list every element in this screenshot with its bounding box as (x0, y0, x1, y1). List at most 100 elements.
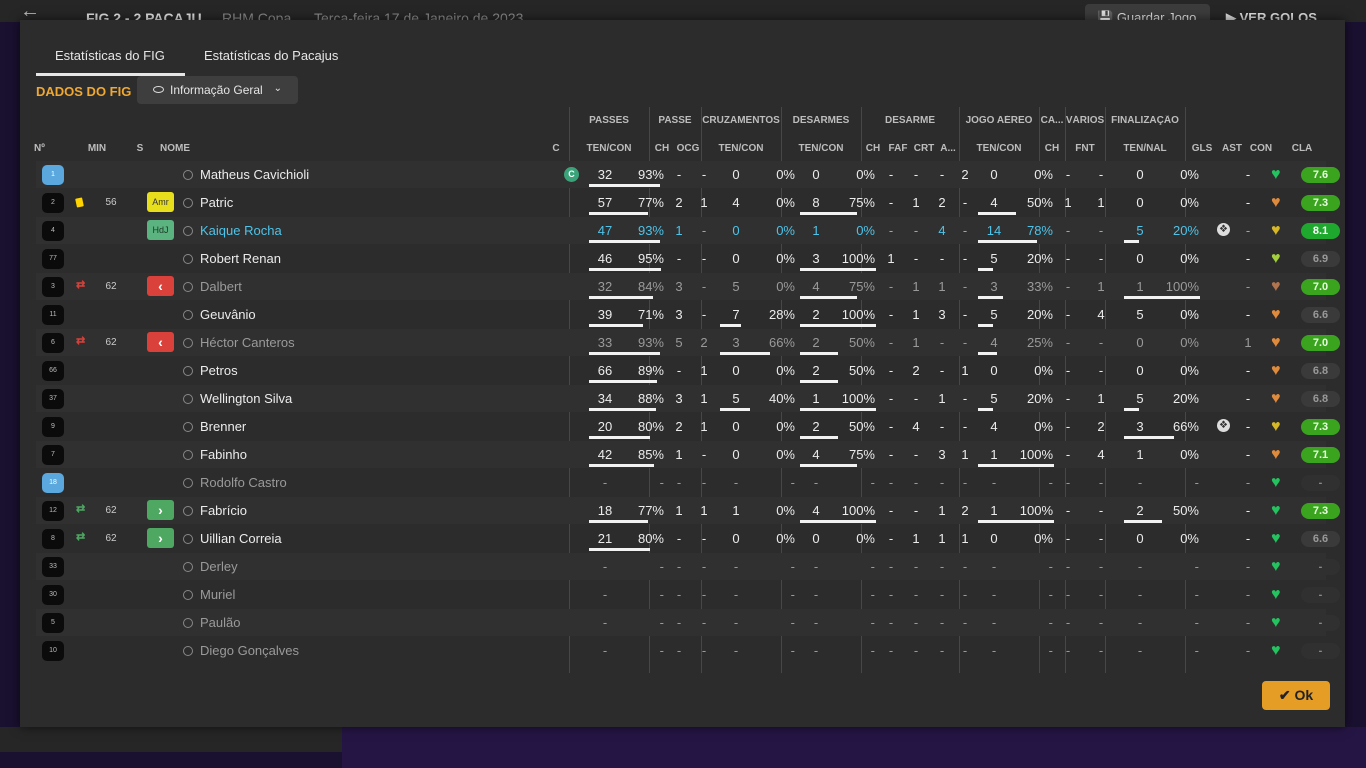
player-profile-icon[interactable] (183, 646, 193, 656)
player-name[interactable]: Héctor Canteros (200, 329, 295, 356)
column-header[interactable]: TEN/CON (701, 143, 781, 154)
table-row[interactable]: 1 Matheus Cavichioli C 32 93% - -0 0% 0 0% - - -2 0 0%… (36, 161, 1340, 188)
player-name[interactable]: Geuvânio (200, 301, 256, 328)
column-header[interactable]: CRT (911, 143, 937, 154)
back-arrow-icon[interactable]: ← (20, 1, 40, 21)
column-header[interactable]: CH (649, 143, 675, 154)
player-profile-icon[interactable] (183, 590, 193, 600)
condition-heart-icon: ♥ (1271, 502, 1281, 519)
player-profile-icon[interactable] (183, 422, 193, 432)
column-header[interactable]: CH (861, 143, 885, 154)
table-row[interactable]: 11 Geuvânio 39 71% 3-7 28% 2 100% -1 3-5 20% -4 5 0% -… (36, 301, 1340, 328)
shirt-number-icon: 8 (42, 529, 64, 549)
table-row[interactable]: 5 Paulão - - - - - - - - - - - - - - - - - - - ♥ - (36, 609, 1340, 636)
column-header[interactable]: TEN/CON (959, 143, 1039, 154)
table-row[interactable]: 3 ⇄ 62 ‹ Dalbert 32 84% 3-5 0% 4 75% -1 1-3 33% -1 1 100… (36, 273, 1340, 300)
shots-percent: 0% (1180, 251, 1199, 266)
player-name[interactable]: Dalbert (200, 273, 242, 300)
interceptions: 2 (961, 503, 969, 518)
player-profile-icon[interactable] (183, 198, 193, 208)
tab-pacajus-stats[interactable]: Estatísticas do Pacajus (204, 48, 338, 63)
player-name[interactable]: Muriel (200, 581, 235, 608)
player-profile-icon[interactable] (183, 310, 193, 320)
column-header[interactable]: MIN (82, 143, 112, 154)
player-profile-icon[interactable] (183, 534, 193, 544)
key-passes: 1 (675, 447, 683, 462)
column-header[interactable]: Nº (34, 143, 58, 154)
column-header[interactable]: TEN/CON (781, 143, 861, 154)
clearances: - (939, 167, 945, 182)
player-name[interactable]: Diego Gonçalves (200, 637, 299, 664)
player-name[interactable]: Kaique Rocha (200, 217, 282, 244)
column-header[interactable]: S (128, 143, 152, 154)
column-header[interactable]: AST (1219, 143, 1245, 154)
crosses-percent: - (790, 559, 795, 574)
table-row[interactable]: 33 Derley - - - - - - - - - - - - - - - - - - - ♥ - (36, 553, 1340, 580)
player-name[interactable]: Patric (200, 189, 233, 216)
player-rating-badge: 7.3 (1301, 419, 1340, 435)
player-profile-icon[interactable] (183, 254, 193, 264)
assists: - (1245, 559, 1251, 574)
ok-button[interactable]: ✔ Ok (1262, 681, 1330, 710)
table-row[interactable]: 4 HdJ Kaique Rocha 47 93% 1-0 0% 1 0% - -4-14 78% - -… (36, 217, 1340, 244)
table-row[interactable]: 18 Rodolfo Castro - - - - - - - - - - - - - - - - - - - ♥ - (36, 469, 1340, 496)
table-row[interactable]: 7 Fabinho 42 85% 1-0 0% 4 75% - -3 1 1 100% -4 1 0% - ♥ 7.… (36, 441, 1340, 468)
player-profile-icon[interactable] (183, 282, 193, 292)
column-header[interactable]: CLA (1277, 143, 1327, 154)
table-row[interactable]: 37 Wellington Silva 34 88% 3 1 5 40% 1 100% - -1-5 2… (36, 385, 1340, 412)
column-header[interactable]: C (546, 143, 566, 154)
player-profile-icon[interactable] (183, 226, 193, 236)
table-row[interactable]: 66 Petros 66 89% -1 0 0% 2 50% -2-1 0 0% - -0 0% - ♥ 6.8 (36, 357, 1340, 384)
table-row[interactable]: 12 ⇄ 62 › Fabrício 18 77% 1 1 1 0% 4 100% - -1 2 1 100% - -… (36, 497, 1340, 524)
table-row[interactable]: 2 56 Amr Patric 57 77% 2 1 4 0% 8 75% -1 2-4 50% 1 1 0 0% -… (36, 189, 1340, 216)
tab-fig-stats[interactable]: Estatísticas do FIG (55, 48, 165, 63)
player-profile-icon[interactable] (183, 478, 193, 488)
key-passes: - (676, 615, 682, 630)
column-header[interactable]: OCG (675, 143, 701, 154)
interceptions: - (962, 391, 968, 406)
player-name[interactable]: Matheus Cavichioli (200, 161, 309, 188)
chances-created: - (701, 643, 707, 658)
column-header[interactable]: TEN/CON (569, 143, 649, 154)
column-header[interactable]: FAF (885, 143, 911, 154)
player-name[interactable]: Petros (200, 357, 238, 384)
table-row[interactable]: 8 ⇄ 62 › Uillian Correia 21 80% - -0 0% 0 0% -1 1 1 0 0%… (36, 525, 1340, 552)
view-dropdown[interactable]: Informação Geral ⌄ (137, 76, 298, 104)
player-name[interactable]: Paulão (200, 609, 240, 636)
player-profile-icon[interactable] (183, 394, 193, 404)
player-profile-icon[interactable] (183, 170, 193, 180)
table-row[interactable]: 6 ⇄ 62 ‹ Héctor Canteros 33 93% 5 2 3 66% 2 50% -1- -4… (36, 329, 1340, 356)
player-name[interactable]: Wellington Silva (200, 385, 292, 412)
player-profile-icon[interactable] (183, 338, 193, 348)
player-profile-icon[interactable] (183, 506, 193, 516)
column-header[interactable]: TEN/NAL (1105, 143, 1185, 154)
player-name[interactable]: Fabrício (200, 497, 247, 524)
offsides: - (1098, 559, 1104, 574)
column-header[interactable]: GLS (1185, 143, 1219, 154)
table-row[interactable]: 77 Robert Renan 46 95% - -0 0% 3 100% 1- - -5 20% - -0… (36, 245, 1340, 272)
player-name[interactable]: Robert Renan (200, 245, 281, 272)
column-header[interactable]: CON (1245, 143, 1277, 154)
player-profile-icon[interactable] (183, 562, 193, 572)
table-row[interactable]: 10 Diego Gonçalves - - - - - - - - - - - - - - - - - - - ♥ - (36, 637, 1340, 664)
player-name[interactable]: Brenner (200, 413, 246, 440)
player-name[interactable]: Uillian Correia (200, 525, 282, 552)
column-header[interactable]: A... (937, 143, 959, 154)
player-profile-icon[interactable] (183, 366, 193, 376)
tackles-percent: - (870, 643, 875, 658)
interceptions: 1 (961, 531, 969, 546)
table-row[interactable]: 30 Muriel - - - - - - - - - - - - - - - - - - - ♥ - (36, 581, 1340, 608)
column-header[interactable]: CH (1039, 143, 1065, 154)
player-profile-icon[interactable] (183, 618, 193, 628)
column-header[interactable]: NOME (160, 143, 220, 154)
key-tackles: - (888, 615, 894, 630)
player-name[interactable]: Fabinho (200, 441, 247, 468)
column-header[interactable]: FNT (1065, 143, 1105, 154)
player-name[interactable]: Rodolfo Castro (200, 469, 287, 496)
key-headers: - (1065, 167, 1071, 182)
crosses-attempted: 0 (732, 531, 740, 546)
player-profile-icon[interactable] (183, 450, 193, 460)
table-row[interactable]: 9 Brenner 20 80% 2 1 0 0% 2 50% -4- -4 0% -2 3 66% ❖ - ♥ 7.… (36, 413, 1340, 440)
headers-attempted: 4 (990, 419, 998, 434)
player-name[interactable]: Derley (200, 553, 238, 580)
